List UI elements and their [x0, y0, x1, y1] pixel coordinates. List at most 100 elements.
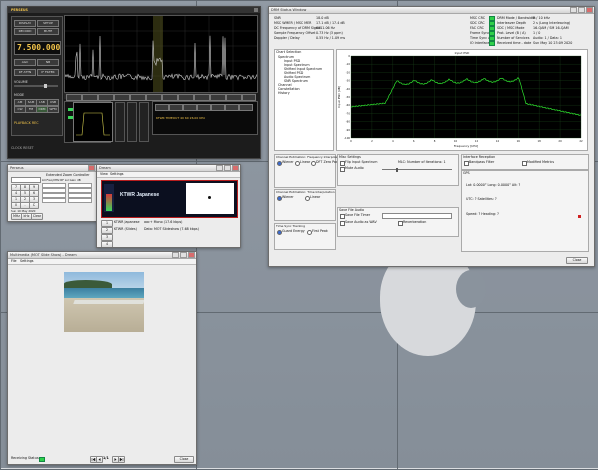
volume-slider-thumb[interactable]: [44, 84, 47, 88]
service-button-3[interactable]: 3: [101, 234, 113, 241]
menu-settings[interactable]: Settings: [20, 259, 34, 263]
zoom-titlebar[interactable]: Perseus: [8, 165, 96, 172]
gps-line: Lat: 0.0000° Long: 0.0000° Alt: ?: [466, 183, 521, 187]
balance-slider[interactable]: [139, 102, 149, 142]
rf-attn-button[interactable]: RF ATTN: [14, 69, 36, 76]
filter-scope[interactable]: [73, 102, 113, 142]
volume-slider[interactable]: [14, 84, 58, 88]
y-tick-label: -90: [346, 128, 351, 132]
chart-title: Input PSD: [455, 51, 470, 55]
y-tick-label: 0: [348, 54, 350, 58]
x-tick-label: 20: [558, 139, 562, 143]
apple-logo-bite: [456, 270, 486, 308]
frequency-display[interactable]: 7.500.000: [14, 41, 61, 55]
close-icon[interactable]: [232, 165, 239, 171]
if-filter-button[interactable]: IF FILTER: [37, 69, 59, 76]
service-button-4[interactable]: 4: [101, 241, 113, 247]
scope-button[interactable]: [183, 104, 197, 111]
time-sync-title: Time Sync Tracking: [276, 224, 305, 228]
grid-cell[interactable]: [42, 198, 66, 203]
y-tick-label: -70: [346, 111, 351, 115]
drm-titlebar[interactable]: DRM Status Window: [269, 7, 594, 14]
toolbar-button[interactable]: [194, 93, 210, 101]
squelch-slider[interactable]: [115, 102, 125, 142]
stat-key: Sample Frequency Offset: [274, 31, 316, 35]
dream-titlebar[interactable]: Dream: [97, 165, 240, 172]
mode-button-usb[interactable]: USB: [47, 99, 59, 106]
close-button[interactable]: Close: [174, 456, 194, 463]
gps-title: GPS: [463, 171, 470, 175]
setup-button[interactable]: SETUP: [37, 20, 59, 27]
previous-slide-button[interactable]: [96, 456, 103, 463]
clock-reset-label: CLOCK RESET: [11, 146, 34, 150]
perseus-titlebar[interactable]: PERSEUS: [8, 7, 260, 13]
gain-slider[interactable]: [127, 102, 137, 142]
toolbar-button[interactable]: [210, 93, 226, 101]
stat-value: 16-QAM / SM 16-QAM: [533, 26, 569, 30]
minimize-icon[interactable]: [216, 165, 223, 171]
maximize-icon[interactable]: [224, 165, 231, 171]
scope-button[interactable]: [239, 104, 253, 111]
mode-button-wfm[interactable]: WFM: [47, 106, 59, 113]
frequency-entry[interactable]: [11, 177, 41, 183]
mlc-label: MLC: Number of Iterations: 1: [398, 160, 446, 164]
toolbar-button[interactable]: [114, 93, 130, 101]
keypad-button[interactable]: C: [29, 202, 39, 209]
agc-button[interactable]: AGC: [14, 59, 36, 66]
nb-button[interactable]: NB: [37, 59, 59, 66]
scope-button[interactable]: [211, 104, 225, 111]
record-button[interactable]: RECORD: [14, 28, 36, 35]
close-icon[interactable]: [88, 165, 95, 171]
tree-item-history[interactable]: History: [278, 91, 290, 95]
toolbar-button[interactable]: [66, 93, 82, 101]
minimize-icon[interactable]: [172, 252, 179, 258]
last-icon: [119, 457, 124, 462]
service-button-1[interactable]: 1: [101, 220, 113, 227]
scope-button[interactable]: [225, 104, 239, 111]
y-tick-label: -10: [346, 62, 351, 66]
radio-label: Guard Energy: [282, 229, 305, 233]
save-file-title: Save File Audio: [339, 208, 365, 212]
menu-settings[interactable]: Settings: [110, 172, 124, 176]
toolbar-button[interactable]: [226, 93, 242, 101]
mlc-slider[interactable]: [382, 167, 452, 172]
stat-key: DRM Mode / Bandwidth: [497, 16, 536, 20]
spectrum-display[interactable]: [64, 15, 258, 93]
display-button[interactable]: DISPLAY: [14, 20, 36, 27]
mute-button[interactable]: MUTE: [37, 28, 59, 35]
grid-cell[interactable]: [68, 198, 92, 203]
close-icon[interactable]: [254, 8, 258, 12]
service-button-2[interactable]: 2: [101, 227, 113, 234]
stat-value: 18.0 dB: [316, 16, 329, 20]
toolbar-button[interactable]: [162, 93, 178, 101]
scope-button[interactable]: [169, 104, 183, 111]
toolbar-button[interactable]: [178, 93, 194, 101]
close-icon[interactable]: [586, 7, 593, 13]
toolbar-button[interactable]: [146, 93, 162, 101]
menu-file[interactable]: File: [11, 259, 17, 263]
scope-button[interactable]: [155, 104, 169, 111]
mlc-slider-thumb[interactable]: [396, 167, 398, 172]
maximize-icon[interactable]: [578, 7, 585, 13]
last-slide-button[interactable]: [118, 456, 125, 463]
clear-button[interactable]: Clear: [31, 213, 43, 220]
toolbar-button[interactable]: [242, 93, 256, 101]
psd-chart-container: Input PSD 0 -10 -20 -30 -40 -50 -60 -70 -80 -90 -1…: [336, 49, 588, 151]
close-icon[interactable]: [188, 252, 195, 258]
minimize-icon[interactable]: [570, 7, 577, 13]
maximize-icon[interactable]: [180, 252, 187, 258]
filter-scope-plot: [76, 112, 110, 136]
file-timer-input[interactable]: [382, 213, 452, 219]
x-tick-label: 12: [475, 139, 479, 143]
close-button[interactable]: Close: [566, 257, 588, 264]
scope-button[interactable]: [197, 104, 211, 111]
menu-view[interactable]: View: [100, 172, 108, 176]
stat-value: 2 s (Long Interleaving): [533, 21, 571, 25]
slideshow-titlebar[interactable]: Multimedia (MOT Slide Show) - Dream: [8, 252, 196, 259]
toolbar-button[interactable]: [130, 93, 146, 101]
signal-meter: [104, 184, 114, 212]
perseus-title: PERSEUS: [11, 8, 28, 12]
service-info: Data: MOT Slideshow (7.68 kbps): [144, 227, 199, 231]
toolbar-button[interactable]: [82, 93, 98, 101]
toolbar-button[interactable]: [98, 93, 114, 101]
